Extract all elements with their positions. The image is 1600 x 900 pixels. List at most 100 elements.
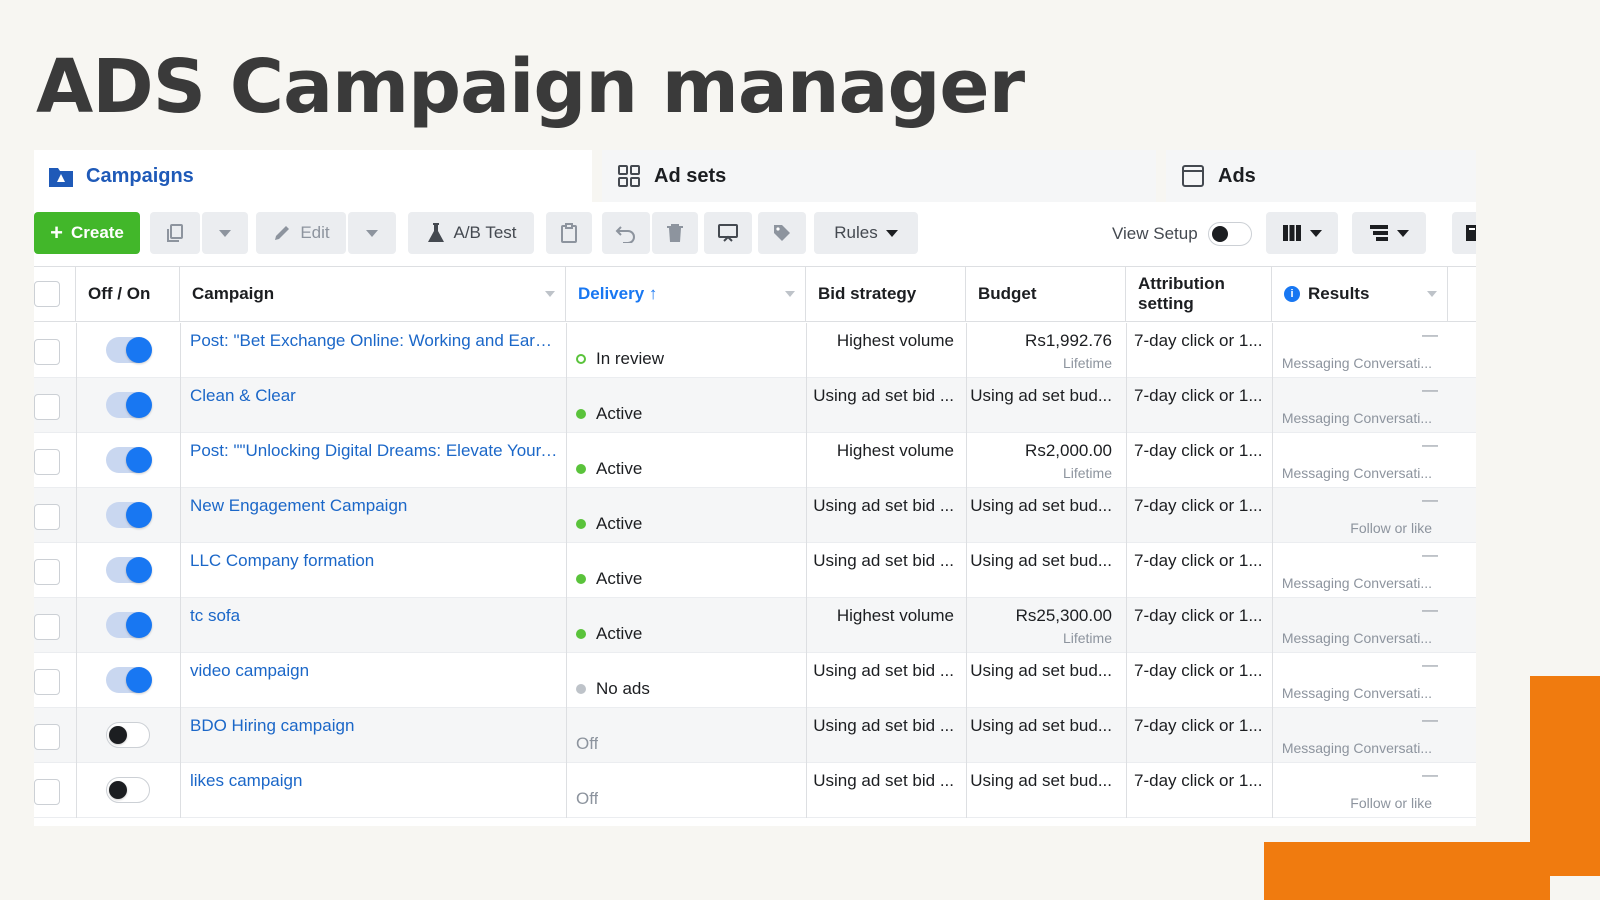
duplicate-button[interactable] <box>150 212 200 254</box>
column-header-attribution[interactable]: Attribution setting <box>1126 267 1272 321</box>
column-divider <box>76 323 77 378</box>
budget-type-label: Lifetime <box>1062 630 1112 646</box>
header-label: Results <box>1308 284 1370 303</box>
campaign-name-link[interactable]: likes campaign <box>190 771 560 826</box>
caret-down-icon <box>885 229 898 237</box>
campaign-toggle[interactable] <box>106 722 150 748</box>
column-divider <box>76 653 77 708</box>
column-divider <box>1126 323 1127 378</box>
delivery-status: Off <box>576 771 598 826</box>
delivery-label: Active <box>596 568 643 588</box>
column-divider <box>76 763 77 818</box>
tag-button[interactable] <box>758 212 806 254</box>
ad-frame-icon <box>1180 163 1206 189</box>
bid-strategy-cell: Using ad set bid ... <box>813 771 954 790</box>
table-row[interactable]: Post: "Bet Exchange Online: Working and … <box>34 323 1476 378</box>
select-all-cell <box>34 267 76 321</box>
campaign-toggle[interactable] <box>106 447 152 473</box>
toggle-knob <box>126 337 152 363</box>
row-checkbox[interactable] <box>34 449 60 475</box>
column-header-budget[interactable]: Budget <box>966 267 1126 321</box>
select-all-checkbox[interactable] <box>34 281 60 307</box>
row-checkbox[interactable] <box>34 559 60 585</box>
tab-ads[interactable]: Ads <box>1166 150 1476 202</box>
status-dot-icon <box>576 463 586 474</box>
clipboard-button[interactable] <box>546 212 592 254</box>
table-row[interactable]: New Engagement Campaign Active Using ad se… <box>34 488 1476 543</box>
column-divider <box>1126 653 1127 708</box>
reports-button[interactable] <box>1452 212 1476 254</box>
delivery-label: Off <box>576 733 599 753</box>
column-header-delivery[interactable]: Delivery ↑ <box>566 267 806 321</box>
table-row[interactable]: likes campaign Off Using ad set bid ... Usi… <box>34 763 1476 818</box>
sort-caret-icon <box>785 291 795 297</box>
column-header-campaign[interactable]: Campaign <box>180 267 566 321</box>
toggle-knob <box>1212 226 1228 242</box>
results-type-label: Messaging Conversati... <box>1281 575 1432 591</box>
column-header-offon[interactable]: Off / On <box>76 267 180 321</box>
ab-test-button[interactable]: A/B Test <box>408 212 534 254</box>
row-checkbox[interactable] <box>34 724 60 750</box>
breakdown-button[interactable] <box>1352 212 1426 254</box>
status-dot-icon <box>576 408 586 419</box>
export-button[interactable] <box>704 212 752 254</box>
reports-icon <box>1464 224 1476 242</box>
row-checkbox[interactable] <box>34 614 60 640</box>
column-divider <box>76 488 77 543</box>
table-row[interactable]: LLC Company formation Active Using ad set … <box>34 543 1476 598</box>
columns-button[interactable] <box>1266 212 1338 254</box>
status-dot-icon <box>576 683 586 694</box>
column-header-bid-strategy[interactable]: Bid strategy <box>806 267 966 321</box>
edit-dropdown-button[interactable] <box>348 212 396 254</box>
column-divider <box>180 543 181 598</box>
table-row[interactable]: Clean & Clear Active Using ad set bid ... U… <box>34 378 1476 433</box>
delivery-label: Active <box>596 458 643 478</box>
row-checkbox[interactable] <box>34 339 60 365</box>
column-divider <box>1126 433 1127 488</box>
row-checkbox[interactable] <box>34 394 60 420</box>
rules-label: Rules <box>834 223 878 242</box>
row-checkbox[interactable] <box>34 504 60 530</box>
folder-icon <box>48 163 74 189</box>
plus-icon: + <box>50 220 63 245</box>
results-type-label: Messaging Conversati... <box>1281 685 1432 701</box>
campaign-toggle[interactable] <box>106 612 152 638</box>
column-divider <box>1272 433 1273 488</box>
tab-campaigns[interactable]: Campaigns <box>34 150 592 202</box>
campaign-toggle[interactable] <box>106 667 152 693</box>
campaign-toggle[interactable] <box>106 392 152 418</box>
edit-label: Edit <box>300 223 330 242</box>
toggle-knob <box>126 667 152 693</box>
delete-button[interactable] <box>652 212 698 254</box>
row-checkbox[interactable] <box>34 779 60 805</box>
toggle-knob <box>126 612 152 638</box>
campaign-toggle[interactable] <box>106 502 152 528</box>
create-button[interactable]: + Create <box>34 212 140 254</box>
duplicate-dropdown-button[interactable] <box>202 212 248 254</box>
rules-button[interactable]: Rules <box>814 212 918 254</box>
edit-button[interactable]: Edit <box>256 212 346 254</box>
budget-type-label: Lifetime <box>1062 355 1112 371</box>
column-divider <box>180 433 181 488</box>
column-divider <box>180 488 181 543</box>
column-divider <box>1272 598 1273 653</box>
toggle-knob <box>126 447 152 473</box>
campaign-toggle[interactable] <box>106 337 152 363</box>
column-header-results[interactable]: i Results <box>1272 267 1448 321</box>
column-divider <box>180 378 181 433</box>
column-divider <box>1272 488 1273 543</box>
results-value: — <box>1422 712 1438 729</box>
tab-ad-sets[interactable]: Ad sets <box>602 150 1156 202</box>
undo-button[interactable] <box>602 212 650 254</box>
row-checkbox[interactable] <box>34 669 60 695</box>
column-divider <box>1272 763 1273 818</box>
column-divider <box>566 708 567 763</box>
table-row[interactable]: BDO Hiring campaign Off Using ad set bid .… <box>34 708 1476 763</box>
table-header: Off / On Campaign Delivery ↑ Bid strateg… <box>34 266 1476 322</box>
campaign-toggle[interactable] <box>106 777 150 803</box>
table-row[interactable]: video campaign No ads Using ad set bid ...… <box>34 653 1476 708</box>
table-row[interactable]: tc sofa Active Highest volume Rs25,300.00 Li… <box>34 598 1476 653</box>
table-row[interactable]: Post: ""Unlocking Digital Dreams: Elevat… <box>34 433 1476 488</box>
campaign-toggle[interactable] <box>106 557 152 583</box>
view-setup-toggle[interactable] <box>1208 222 1252 246</box>
